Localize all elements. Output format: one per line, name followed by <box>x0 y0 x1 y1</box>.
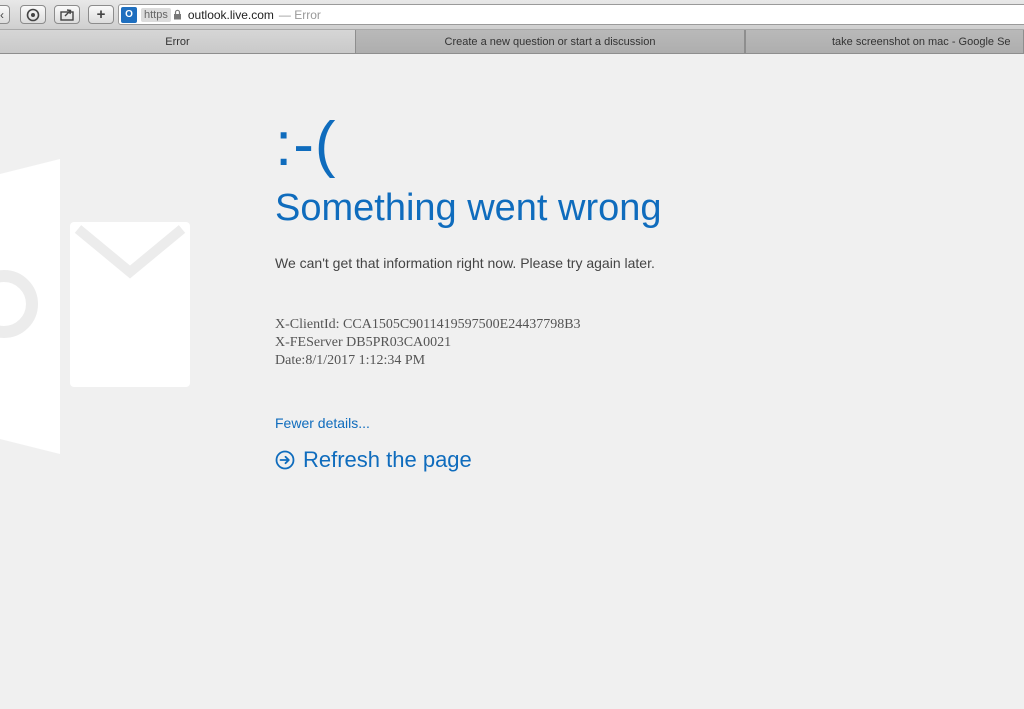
share-icon <box>60 9 74 21</box>
fe-server-line: X-FEServer DB5PR03CA0021 <box>275 335 452 350</box>
tab-error[interactable]: Error <box>0 30 355 53</box>
sad-emoticon: :-( <box>275 110 337 179</box>
tab-label: take screenshot on mac - Google Se <box>832 35 1011 48</box>
page-title-suffix: — Error <box>278 7 321 22</box>
tab-bar: Error Create a new question or start a d… <box>0 30 1024 54</box>
error-message: We can't get that information right now.… <box>275 255 655 271</box>
outlook-favicon-icon: O <box>121 6 137 23</box>
page-title: Something went wrong <box>275 187 662 229</box>
client-id-line: X-ClientId: CCA1505C9011419597500E244377… <box>275 317 581 332</box>
tab-label: Error <box>165 35 190 48</box>
address-bar[interactable]: O https outlook.live.com — Error <box>118 4 1024 25</box>
refresh-link-label: Refresh the page <box>303 447 472 472</box>
back-button[interactable]: ‹ <box>0 5 10 24</box>
history-button[interactable] <box>20 5 46 24</box>
outlook-logo-watermark-icon <box>0 159 190 454</box>
tab-label: Create a new question or start a discuss… <box>444 35 656 48</box>
lock-icon <box>173 9 181 20</box>
fewer-details-link[interactable]: Fewer details... <box>275 415 370 431</box>
page-content: :-( Something went wrong We can't get th… <box>0 54 1024 709</box>
tab-google-search[interactable]: take screenshot on mac - Google Se <box>745 30 1024 53</box>
https-badge: https <box>141 7 171 22</box>
refresh-page-link[interactable]: Refresh the page <box>275 447 472 473</box>
url-text: outlook.live.com <box>187 7 274 22</box>
arrow-right-circle-icon <box>275 450 295 470</box>
back-arrow-icon: ‹ <box>0 7 4 22</box>
share-button[interactable] <box>54 5 80 24</box>
error-details: X-ClientId: CCA1505C9011419597500E244377… <box>275 316 581 370</box>
history-icon <box>26 8 40 21</box>
new-tab-button[interactable]: + <box>88 5 114 24</box>
browser-toolbar: ‹ + O https outlook.live.com — Error <box>0 0 1024 30</box>
plus-icon: + <box>96 6 106 23</box>
date-line: Date:8/1/2017 1:12:34 PM <box>275 353 426 368</box>
tab-create-question[interactable]: Create a new question or start a discuss… <box>355 30 745 53</box>
